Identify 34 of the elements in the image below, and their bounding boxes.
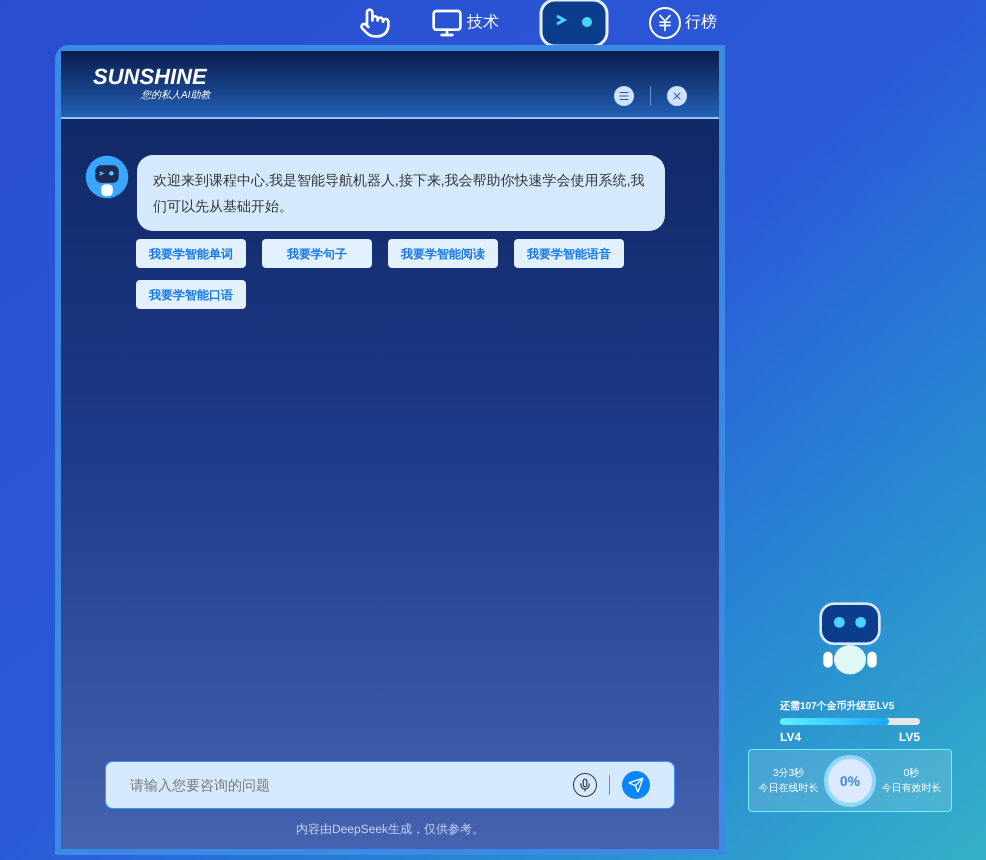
- send-button[interactable]: [622, 771, 650, 799]
- level-hint: 还需107个金币升级至LV5: [780, 700, 896, 714]
- suggestion-chip[interactable]: 我要学智能单词: [136, 239, 246, 268]
- suggestion-chip[interactable]: 我要学句子: [262, 239, 372, 268]
- progress-percent: 0%: [840, 772, 860, 790]
- online-time-label: 今日在线时长: [758, 782, 819, 796]
- disclaimer-text: 内容由DeepSeek生成，仅供参考。: [294, 821, 486, 837]
- question-input[interactable]: 请输入您要咨询的问题: [105, 761, 675, 809]
- input-placeholder: 请输入您要咨询的问题: [130, 776, 271, 795]
- close-icon: [671, 90, 683, 102]
- close-button[interactable]: [667, 86, 687, 106]
- monitor-icon[interactable]: [431, 6, 463, 38]
- logo-subtitle: 您的私人AI助教: [141, 88, 210, 102]
- level-from: LV4: [780, 729, 802, 745]
- robot-avatar: [85, 155, 129, 199]
- microphone-icon: [578, 778, 592, 792]
- yen-icon[interactable]: [649, 6, 681, 38]
- menu-icon: [618, 90, 630, 102]
- robot-head-icon[interactable]: [539, 0, 609, 48]
- level-to: LV5: [898, 729, 920, 745]
- nav-label[interactable]: 技术: [467, 10, 499, 34]
- online-time-value: 3分3秒: [773, 766, 804, 780]
- suggestion-chip[interactable]: 我要学智能语音: [514, 239, 624, 268]
- message-bubble: 欢迎来到课程中心,我是智能导航机器人,接下来,我会帮助你快速学会使用系统,我们可以先从基础开始。: [137, 155, 665, 231]
- hand-pointer-icon[interactable]: [359, 6, 391, 38]
- suggestion-chip[interactable]: 我要学智能阅读: [388, 239, 498, 268]
- logo-title: SUNSHINE: [93, 66, 208, 88]
- suggestion-chip[interactable]: 我要学智能口语: [136, 280, 246, 309]
- microphone-button[interactable]: [573, 773, 597, 797]
- effective-time-value: 0秒: [904, 766, 920, 780]
- effective-time-label: 今日有效时长: [881, 782, 942, 796]
- menu-button[interactable]: [614, 86, 634, 106]
- send-icon: [628, 777, 644, 793]
- nav-label[interactable]: 行榜: [685, 10, 717, 34]
